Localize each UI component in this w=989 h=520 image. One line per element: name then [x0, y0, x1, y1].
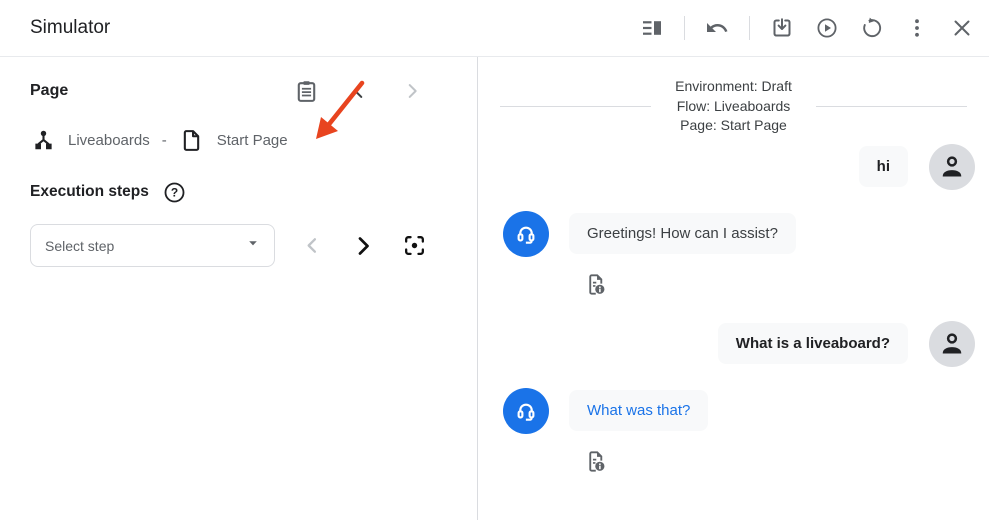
agent-message-row: What was that? — [503, 388, 975, 434]
step-select-value: Select step — [45, 238, 114, 254]
context-divider-left — [500, 106, 651, 107]
context-environment: Environment: Draft — [675, 77, 792, 97]
person-icon — [937, 152, 967, 182]
dock-panel-icon[interactable] — [639, 15, 665, 41]
name-separator: - — [162, 132, 167, 149]
response-detail-row — [583, 449, 975, 475]
agent-message-row: Greetings! How can I assist? — [503, 211, 975, 257]
copy-page-icon[interactable] — [293, 78, 319, 104]
headset-icon — [511, 219, 541, 249]
page-section-title: Page — [30, 82, 68, 100]
headset-icon — [511, 396, 541, 426]
execution-steps-title: Execution steps — [30, 183, 149, 201]
header-toolbar — [639, 15, 975, 41]
simulator-header: Simulator — [0, 0, 989, 57]
context-page: Page: Start Page — [675, 116, 792, 136]
center-focus-icon[interactable] — [401, 233, 427, 259]
play-icon[interactable] — [814, 15, 840, 41]
user-message-bubble[interactable]: What is a liveaboard? — [718, 323, 908, 364]
doc-info-icon[interactable] — [583, 449, 609, 475]
restart-icon[interactable] — [859, 15, 885, 41]
step-next-icon[interactable] — [350, 233, 376, 259]
page-title: Simulator — [30, 17, 110, 39]
agent-message-bubble[interactable]: What was that? — [569, 390, 708, 431]
undo-icon[interactable] — [704, 15, 730, 41]
doc-info-icon[interactable] — [583, 272, 609, 298]
page-file-icon — [179, 127, 205, 153]
chat-transcript: hi Greetings! How can I assist? What is … — [478, 144, 989, 475]
step-select[interactable]: Select step — [30, 224, 275, 267]
toolbar-divider — [684, 16, 685, 40]
toolbar-divider — [749, 16, 750, 40]
agent-avatar — [503, 211, 549, 257]
response-detail-row — [583, 272, 975, 298]
context-divider-right — [816, 106, 967, 107]
user-message-bubble[interactable]: hi — [859, 146, 908, 187]
user-message-row: hi — [503, 144, 975, 190]
user-message-row: What is a liveaboard? — [503, 321, 975, 367]
chevron-left-icon[interactable] — [346, 78, 372, 104]
chevron-right-icon[interactable] — [399, 78, 425, 104]
more-options-icon[interactable] — [904, 15, 930, 41]
step-previous-icon[interactable] — [299, 233, 325, 259]
close-icon[interactable] — [949, 15, 975, 41]
user-avatar — [929, 144, 975, 190]
person-icon — [937, 329, 967, 359]
execution-panel: Page Liveaboards - Start — [0, 57, 478, 520]
agent-message-bubble[interactable]: Greetings! How can I assist? — [569, 213, 796, 254]
save-version-icon[interactable] — [769, 15, 795, 41]
user-avatar — [929, 321, 975, 367]
chevron-down-icon — [246, 236, 260, 255]
agent-avatar — [503, 388, 549, 434]
session-context: Environment: Draft Flow: Liveaboards Pag… — [478, 77, 989, 136]
conversation-panel: Environment: Draft Flow: Liveaboards Pag… — [478, 57, 989, 520]
flow-icon — [30, 127, 56, 153]
flow-name: Liveaboards — [68, 132, 150, 149]
context-flow: Flow: Liveaboards — [675, 97, 792, 117]
svg-text:?: ? — [171, 185, 178, 199]
page-name: Start Page — [217, 132, 288, 149]
help-icon[interactable]: ? — [162, 179, 188, 205]
